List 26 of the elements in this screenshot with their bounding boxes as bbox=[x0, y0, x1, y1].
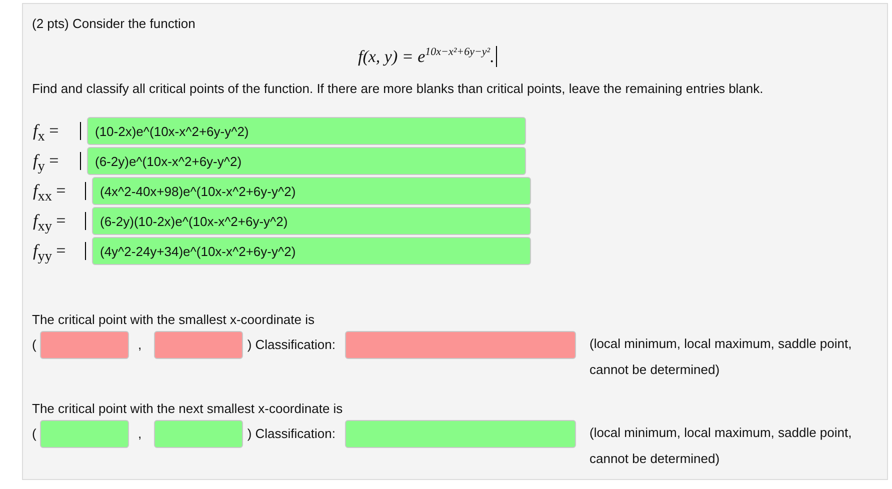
comma: , bbox=[137, 336, 143, 354]
question-text: The critical point with the smallest x-coordinate is bbox=[32, 312, 316, 328]
answer-field[interactable] bbox=[40, 331, 130, 359]
open-paren: ( bbox=[32, 425, 36, 443]
options-text: (local minimum, local maximum, saddle point, cannot be determined) bbox=[589, 424, 853, 468]
answer-field[interactable]: (6-2y)(10-2x)e^(10x-x^2+6y-y^2) bbox=[92, 207, 531, 235]
options-text: (local minimum, local maximum, saddle point, cannot be determined) bbox=[589, 335, 853, 379]
derivative-label: f$_{xx}$ = bbox=[33, 182, 86, 200]
classification-label: ) Classification: bbox=[247, 336, 336, 354]
answer-field[interactable] bbox=[345, 331, 576, 359]
answer-field[interactable] bbox=[154, 420, 244, 448]
answer-field[interactable]: (6-2y)e^(10x-x^2+6y-y^2) bbox=[87, 147, 526, 175]
derivative-label: f$_{x}$ = bbox=[33, 122, 81, 140]
open-paren: ( bbox=[32, 336, 36, 354]
answer-field[interactable]: (4y^2-24y+34)e^(10x-x^2+6y-y^2) bbox=[92, 237, 531, 265]
function-formula: f(x, y) = e$^{10x−x²+6y−y²}$. bbox=[358, 46, 498, 67]
answer-field[interactable] bbox=[345, 420, 576, 448]
question-text: The critical point with the next smallest x-coordinate is bbox=[32, 401, 344, 417]
answer-field[interactable]: (4x^2-40x+98)e^(10x-x^2+6y-y^2) bbox=[92, 177, 531, 205]
answer-field[interactable] bbox=[154, 331, 244, 359]
answer-field[interactable]: (10-2x)e^(10x-x^2+6y-y^2) bbox=[87, 117, 526, 145]
answer-field[interactable] bbox=[40, 420, 130, 448]
classification-label: ) Classification: bbox=[247, 425, 336, 443]
question-header: (2 pts) Consider the function bbox=[32, 16, 196, 32]
comma: , bbox=[137, 425, 143, 443]
instructions-text: Find and classify all critical points of the function. If there are more blanks than critical points, leave the remaining entries blank. bbox=[32, 81, 764, 97]
